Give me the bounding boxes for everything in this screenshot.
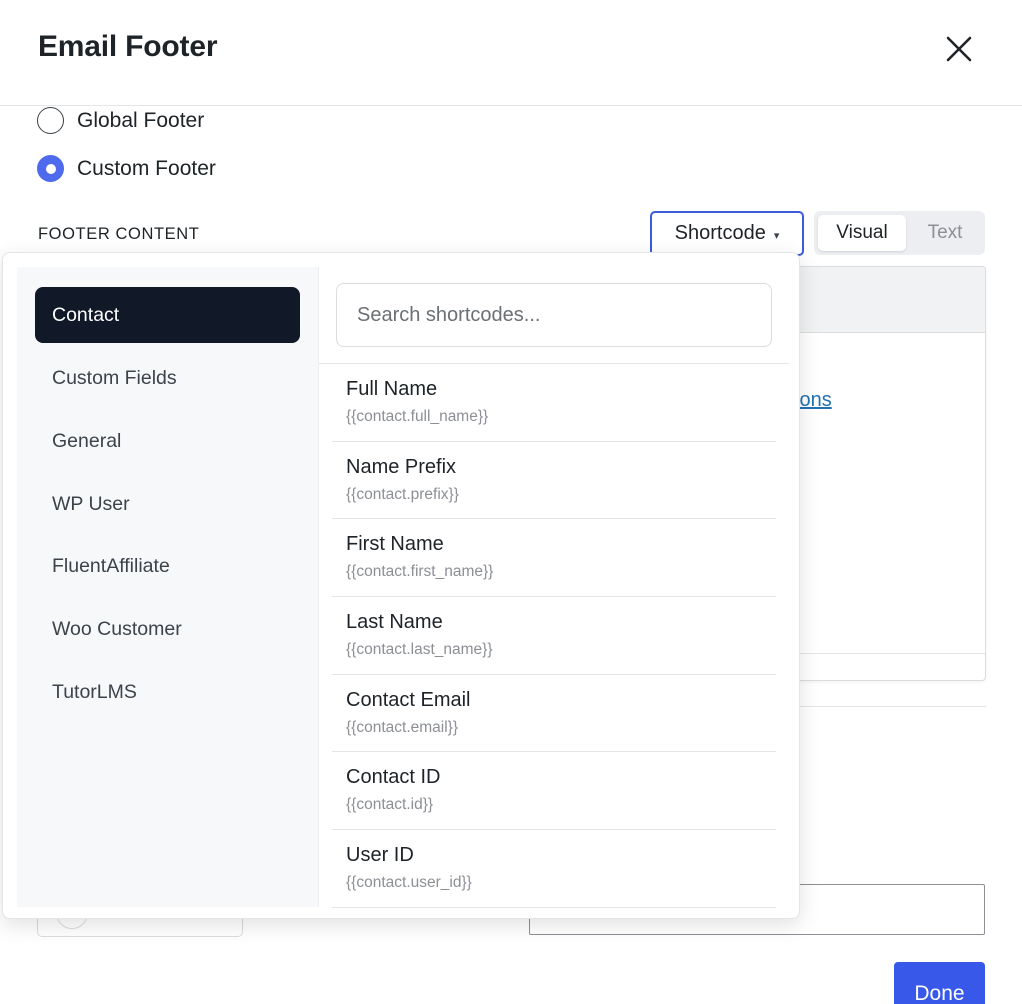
shortcode-name: Name Prefix (346, 455, 457, 478)
shortcode-name: First Name (346, 533, 444, 556)
close-button[interactable] (940, 30, 978, 68)
shortcode-list: Full Name {{contact.full_name}} Name Pre… (332, 364, 776, 918)
editor-mode-toggle: Visual Text (814, 211, 985, 255)
shortcode-code: {{contact.full_name}} (346, 408, 489, 425)
radio-label: Custom Footer (77, 156, 216, 180)
category-custom-fields[interactable]: Custom Fields (35, 350, 300, 406)
shortcode-item-name-prefix[interactable]: Name Prefix {{contact.prefix}} (332, 442, 776, 520)
shortcode-name: Last Name (346, 611, 443, 634)
category-contact[interactable]: Contact (35, 287, 300, 343)
shortcode-item-last-name[interactable]: Last Name {{contact.last_name}} (332, 597, 776, 675)
modal-title: Email Footer (38, 30, 218, 63)
editor-statusbar (785, 653, 985, 654)
radio-custom-footer[interactable]: Custom Footer (37, 155, 216, 182)
divider (785, 706, 986, 707)
shortcode-code: {{contact.last_name}} (346, 641, 493, 659)
radio-button[interactable] (37, 107, 64, 134)
shortcode-code: {{contact.first_name}} (346, 563, 494, 581)
shortcode-button-label: Shortcode (674, 222, 766, 244)
caret-down-icon: ▾ (773, 229, 780, 242)
shortcode-item-full-name[interactable]: Full Name {{contact.full_name}} (332, 364, 776, 442)
radio-button[interactable] (37, 155, 64, 182)
editor-link[interactable]: ions (795, 389, 832, 412)
shortcode-item-contact-id[interactable]: Contact ID {{contact.id}} (332, 752, 776, 831)
category-general[interactable]: General (35, 413, 300, 469)
radio-global-footer[interactable]: Global Footer (37, 107, 204, 134)
shortcode-name: Contact Email (346, 688, 471, 711)
category-tutorlms[interactable]: TutorLMS (35, 664, 300, 720)
email-footer-modal: Email Footer Global Footer Custom Footer… (0, 0, 1022, 1004)
editor-toolbar (785, 267, 985, 333)
shortcode-dropdown-button[interactable]: Shortcode ▾ (650, 211, 804, 256)
radio-label: Global Footer (77, 108, 205, 132)
done-button[interactable]: Done (894, 962, 985, 1004)
category-wp-user[interactable]: WP User (35, 476, 300, 532)
category-woo-customer[interactable]: Woo Customer (35, 601, 300, 657)
shortcode-code: {{contact.user_id}} (346, 874, 472, 892)
close-icon (946, 36, 972, 62)
modal-header: Email Footer (0, 0, 1022, 106)
shortcode-dropdown: Contact Custom Fields General WP User Fl… (2, 252, 800, 919)
shortcode-code: {{contact.id}} (346, 796, 434, 814)
search-shortcodes-input[interactable] (336, 283, 772, 347)
tab-visual[interactable]: Visual (818, 215, 906, 251)
shortcode-name: Contact ID (346, 766, 441, 789)
footer-editor[interactable]: ions (785, 266, 986, 681)
footer-content-label: FOOTER CONTENT (38, 225, 200, 243)
category-fluentaffiliate[interactable]: FluentAffiliate (35, 538, 300, 594)
shortcode-item-user-id[interactable]: User ID {{contact.user_id}} (332, 830, 776, 908)
shortcode-name: Full Name (346, 378, 438, 400)
shortcode-code: {{contact.prefix}} (346, 485, 459, 503)
shortcode-code: {{contact.email}} (346, 718, 459, 736)
shortcode-name: User ID (346, 844, 414, 867)
shortcode-categories: Contact Custom Fields General WP User Fl… (17, 267, 319, 907)
shortcode-item-first-name[interactable]: First Name {{contact.first_name}} (332, 519, 776, 598)
shortcode-item-contact-email[interactable]: Contact Email {{contact.email}} (332, 675, 776, 753)
tab-text[interactable]: Text (910, 215, 980, 251)
